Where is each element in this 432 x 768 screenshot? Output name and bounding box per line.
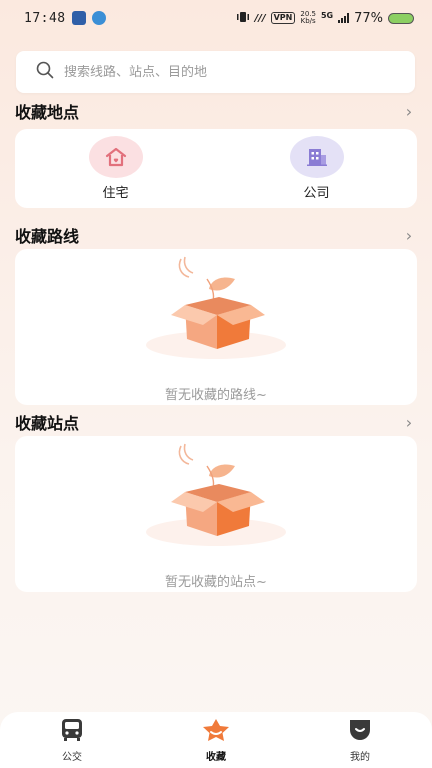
app-notification-icon xyxy=(91,11,106,25)
favorite-routes-header[interactable]: 收藏路线 › xyxy=(15,223,417,247)
place-label: 住宅 xyxy=(102,186,129,201)
section-title: 收藏路线 xyxy=(15,227,80,246)
favorite-places-header[interactable]: 收藏地点 › xyxy=(15,99,417,123)
section-title: 收藏地点 xyxy=(15,103,80,122)
battery-percent: 77% xyxy=(354,10,383,26)
place-home[interactable]: 住宅 xyxy=(15,129,216,208)
vpn-badge: VPN xyxy=(270,12,296,24)
battery-icon xyxy=(388,12,414,24)
nav-label: 公交 xyxy=(62,751,82,763)
vibrate-icon xyxy=(236,11,250,25)
empty-box-illustration xyxy=(146,443,286,546)
signal-icon xyxy=(338,13,350,23)
nav-profile[interactable]: 我的 xyxy=(288,712,432,768)
app-notification-icon xyxy=(71,11,86,25)
search-input[interactable] xyxy=(64,64,384,80)
status-time: 17:48 xyxy=(24,10,66,26)
section-title: 收藏站点 xyxy=(15,414,80,433)
chevron-right-icon[interactable]: › xyxy=(401,102,417,121)
network-type-icon: /// xyxy=(254,12,266,24)
profile-icon xyxy=(347,718,373,746)
search-bar[interactable] xyxy=(16,51,415,93)
building-icon xyxy=(289,136,344,178)
favorite-stops-card: 暂无收藏的站点~ xyxy=(15,436,417,592)
empty-state-text: 暂无收藏的站点~ xyxy=(165,575,267,590)
nav-bus[interactable]: 公交 xyxy=(0,712,144,768)
status-bar: 17:48 /// VPN 20.5 Kb/s 5G 77% xyxy=(0,0,432,36)
network-speed: 20.5 Kb/s xyxy=(300,10,316,25)
bottom-nav: 公交 收藏 我的 xyxy=(0,712,432,768)
empty-state-text: 暂无收藏的路线~ xyxy=(165,388,267,403)
favorite-stops-header[interactable]: 收藏站点 › xyxy=(15,410,417,434)
empty-box-illustration xyxy=(146,256,286,359)
nav-favorites[interactable]: 收藏 xyxy=(144,712,288,768)
bus-icon xyxy=(59,718,85,746)
star-icon xyxy=(201,718,231,746)
favorite-routes-card: 暂无收藏的路线~ xyxy=(15,249,417,405)
place-work[interactable]: 公司 xyxy=(216,129,417,208)
favorite-places-card: 住宅 公司 xyxy=(15,129,417,208)
nav-label: 我的 xyxy=(350,751,370,763)
home-icon xyxy=(88,136,143,178)
search-icon xyxy=(36,61,54,83)
network-label: 5G xyxy=(320,10,334,20)
place-label: 公司 xyxy=(303,186,330,201)
chevron-right-icon[interactable]: › xyxy=(401,226,417,245)
nav-label: 收藏 xyxy=(206,751,226,763)
chevron-right-icon[interactable]: › xyxy=(401,413,417,432)
